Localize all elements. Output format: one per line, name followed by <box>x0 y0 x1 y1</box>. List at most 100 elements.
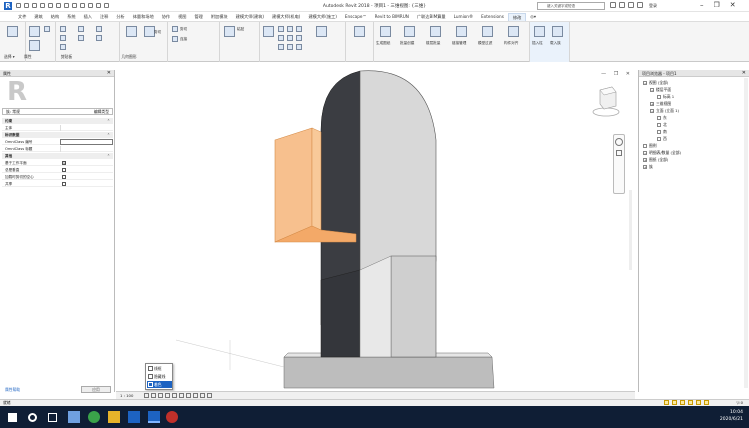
collapse-icon[interactable]: ⌃ <box>107 118 110 124</box>
property-checkbox[interactable] <box>62 182 66 186</box>
favorites-icon[interactable] <box>628 2 634 8</box>
detail-level-icon[interactable] <box>144 393 149 398</box>
view-cube[interactable] <box>592 82 620 122</box>
minimize-button[interactable]: – <box>700 1 704 9</box>
design-options-icon[interactable] <box>672 400 677 405</box>
show-crop-icon[interactable] <box>186 393 191 398</box>
search-input[interactable]: 键入关键字或短语 <box>537 2 605 10</box>
properties-help-link[interactable]: 属性帮助 <box>2 387 20 392</box>
menu-item-shaded[interactable]: 着色 <box>147 381 172 388</box>
browser-icon[interactable] <box>88 411 100 423</box>
tab-10[interactable]: 管理 <box>190 13 206 21</box>
zoom-icon[interactable] <box>616 150 622 156</box>
property-checkbox[interactable] <box>62 168 66 172</box>
search-icon[interactable] <box>28 413 37 422</box>
cope-icon[interactable] <box>96 26 102 32</box>
browser-item[interactable]: + 族 <box>643 164 653 170</box>
crop-icon[interactable] <box>179 393 184 398</box>
app-icon[interactable] <box>166 411 178 423</box>
windows-start-icon[interactable] <box>8 413 17 422</box>
array-icon[interactable] <box>287 35 293 41</box>
property-row[interactable]: OmniClass 编号 <box>2 139 113 145</box>
cut-icon[interactable] <box>60 35 66 41</box>
property-row[interactable]: 主体 <box>2 125 113 131</box>
join-icon[interactable] <box>78 35 84 41</box>
tab-3[interactable]: 系统 <box>63 13 79 21</box>
browser-item[interactable]: + 三维视图 <box>650 101 671 107</box>
measure-tool-icon[interactable] <box>354 26 365 37</box>
tab-6[interactable]: 分析 <box>112 13 128 21</box>
browser-item[interactable]: − 楼层平面 <box>650 87 671 93</box>
modify-icon[interactable] <box>7 26 18 37</box>
rotate-icon[interactable] <box>278 35 284 41</box>
expand-toggle-icon[interactable]: − <box>643 151 647 155</box>
browser-item[interactable]: 标高 1 <box>657 94 674 100</box>
scale-selector[interactable]: 1 : 100 <box>120 393 133 398</box>
select-underlay-icon[interactable] <box>688 400 693 405</box>
store-icon[interactable] <box>128 411 140 423</box>
join-tool-icon[interactable] <box>172 36 178 42</box>
edit-type-button[interactable]: 编辑类型 <box>94 109 109 114</box>
tab-4[interactable]: 插入 <box>80 13 96 21</box>
insert-column-icon[interactable] <box>534 26 545 37</box>
browser-scrollbar[interactable] <box>744 78 748 388</box>
property-checkbox[interactable]: ☑ <box>62 161 66 165</box>
temp-hide-icon[interactable] <box>200 393 205 398</box>
tab-1[interactable]: 建筑 <box>30 13 46 21</box>
tab-8[interactable]: 协作 <box>158 13 174 21</box>
batch-create-icon[interactable] <box>404 26 415 37</box>
task-view-icon[interactable] <box>48 413 57 422</box>
component-align-icon[interactable] <box>508 26 519 37</box>
select-links-icon[interactable] <box>680 400 685 405</box>
collapse-icon[interactable]: ⌃ <box>107 132 110 138</box>
reveal-hidden-icon[interactable] <box>207 393 212 398</box>
communication-icon[interactable] <box>619 2 625 8</box>
generate-sheets-icon[interactable] <box>380 26 391 37</box>
close-icon[interactable]: ✕ <box>107 70 111 77</box>
tab-19[interactable]: Extensions <box>477 13 508 21</box>
folder-icon[interactable] <box>108 411 120 423</box>
restore-button[interactable]: ❐ <box>714 1 720 9</box>
sun-path-icon[interactable] <box>158 393 163 398</box>
link-manage-icon[interactable] <box>456 26 467 37</box>
browser-item[interactable]: 西 <box>657 136 667 142</box>
pin-icon[interactable] <box>287 44 293 50</box>
paste-icon[interactable] <box>60 26 66 32</box>
family-types-icon[interactable] <box>29 40 40 51</box>
browser-item[interactable]: 东 <box>657 115 667 121</box>
menu-item-wireframe[interactable]: 线框 <box>147 365 172 372</box>
tab-18[interactable]: Lumion® <box>450 13 478 21</box>
offset-icon[interactable] <box>278 26 284 32</box>
expand-toggle-icon[interactable]: + <box>643 158 647 162</box>
subscription-icon[interactable] <box>610 2 616 8</box>
tab-20[interactable]: 修改 <box>507 13 527 21</box>
align-icon[interactable] <box>224 26 235 37</box>
expand-toggle-icon[interactable]: + <box>643 165 647 169</box>
property-row[interactable]: OmniClass 标题 <box>2 146 113 152</box>
tab-5[interactable]: 注释 <box>96 13 112 21</box>
menu-item-hidden-line[interactable]: 隐藏线 <box>147 373 172 380</box>
load-family-icon[interactable] <box>552 26 563 37</box>
tab-11[interactable]: 附加模块 <box>207 13 232 21</box>
move-icon[interactable] <box>263 26 274 37</box>
system-clock[interactable]: 10:04 2020/6/21 <box>720 409 743 423</box>
tab-9[interactable]: 视图 <box>174 13 190 21</box>
cut-geometry-icon[interactable] <box>96 35 102 41</box>
select-dropdown[interactable]: 选择 ▾ <box>4 54 15 59</box>
cut-tool-icon[interactable] <box>172 26 178 32</box>
expand-toggle-icon[interactable]: − <box>650 88 654 92</box>
properties-icon[interactable] <box>29 26 40 37</box>
scale-icon[interactable] <box>316 26 327 37</box>
split-icon[interactable] <box>278 44 284 50</box>
browser-item[interactable]: 图例 <box>643 143 657 149</box>
tab-13[interactable]: 建模大师(机电) <box>268 13 304 21</box>
match-type-icon[interactable] <box>78 26 84 32</box>
browser-item[interactable]: 北 <box>657 122 667 128</box>
expand-toggle-icon[interactable]: − <box>650 109 654 113</box>
browser-item[interactable]: + 图纸 (全部) <box>643 157 668 163</box>
selected-element-side[interactable] <box>311 127 322 231</box>
model-filter-icon[interactable] <box>482 26 493 37</box>
property-row[interactable]: 总是垂直 <box>2 167 113 173</box>
expand-toggle-icon[interactable]: + <box>650 102 654 106</box>
type-selector[interactable]: 族: 常规 编辑类型 <box>2 108 113 115</box>
